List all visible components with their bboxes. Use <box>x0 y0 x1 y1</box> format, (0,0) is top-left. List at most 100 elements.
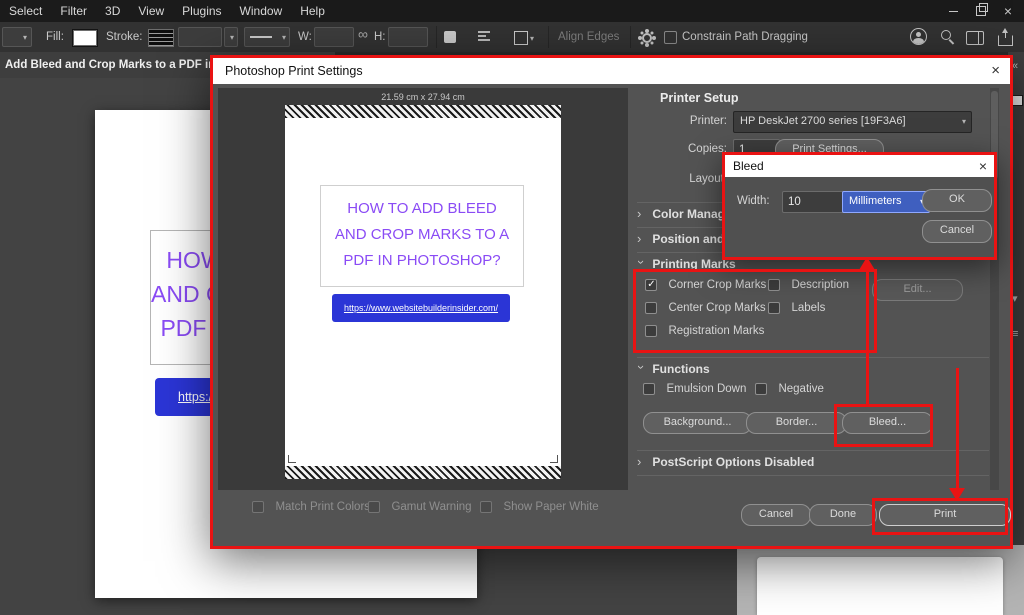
constrain-path-dragging-checkbox[interactable] <box>664 31 677 44</box>
checkbox-center-crop-marks[interactable]: Center Crop Marks <box>645 302 766 316</box>
border-button[interactable]: Border... <box>746 412 847 434</box>
window-controls: × <box>949 0 1024 22</box>
path-alignment-icon[interactable] <box>478 31 490 41</box>
restore-icon[interactable] <box>976 6 986 16</box>
crop-mark-icon <box>550 455 558 463</box>
print-button[interactable]: Print <box>879 504 1011 526</box>
checkbox-label: Negative <box>778 383 823 395</box>
chevron-down-icon: ▾ <box>962 118 966 126</box>
align-edges-label: Align Edges <box>558 31 619 44</box>
preview-page: HOW TO ADD BLEED AND CROP MARKS TO A PDF… <box>285 105 561 479</box>
options-bar: ▾ Fill: Stroke: ▾ ▾ W: ∞ H: ▾ Align Edge… <box>0 22 1024 53</box>
share-icon[interactable] <box>998 35 1013 46</box>
chevron-right-icon: › <box>637 207 649 220</box>
shape-height-input[interactable] <box>388 27 428 47</box>
checkbox-label: Registration Marks <box>668 325 764 337</box>
shape-mode-icon[interactable] <box>444 31 456 43</box>
chevron-down-icon: ▾ <box>23 34 27 42</box>
checkbox-unchecked <box>252 501 264 513</box>
menu-item-view[interactable]: View <box>129 0 173 22</box>
checkbox-description[interactable]: Description <box>768 279 849 293</box>
section-color-management[interactable]: › Color Manag <box>637 207 725 221</box>
background-panel <box>737 545 1024 615</box>
separator <box>436 26 437 48</box>
chevron-down-icon: ▾ <box>230 34 234 42</box>
bleed-units-select[interactable]: Millimeters ▾ <box>842 191 930 213</box>
checkbox-unchecked <box>643 383 655 395</box>
workspace-panels-icon[interactable] <box>966 31 984 45</box>
menu-item-plugins[interactable]: Plugins <box>173 0 230 22</box>
account-icon[interactable] <box>910 28 927 45</box>
path-operations-icon[interactable] <box>514 31 528 45</box>
checkbox-unchecked <box>768 279 780 291</box>
bleed-width-input[interactable] <box>782 191 849 213</box>
tool-preset-picker[interactable]: ▾ <box>2 27 32 47</box>
search-icon[interactable] <box>940 29 955 44</box>
bleed-cancel-button[interactable]: Cancel <box>922 220 992 243</box>
checkbox-show-paper-white[interactable]: Show Paper White <box>480 501 599 515</box>
stroke-width-input[interactable] <box>178 27 222 47</box>
close-icon[interactable]: × <box>991 58 1000 84</box>
section-printing-marks[interactable]: › Printing Marks <box>637 257 736 271</box>
dialog-title: Photoshop Print Settings <box>225 58 363 84</box>
print-settings-dialog: Photoshop Print Settings × 21.59 cm x 27… <box>210 55 1013 549</box>
checkbox-unchecked <box>755 383 767 395</box>
checkbox-registration-marks[interactable]: Registration Marks <box>645 325 764 339</box>
stroke-style-dropdown[interactable]: ▾ <box>244 27 290 47</box>
section-functions[interactable]: › Functions <box>637 362 710 376</box>
preview-heading-line: HOW TO ADD BLEED <box>321 196 523 222</box>
dialog-titlebar[interactable]: Photoshop Print Settings × <box>213 58 1010 84</box>
menu-item-help[interactable]: Help <box>291 0 334 22</box>
checkbox-negative[interactable]: Negative <box>755 383 824 397</box>
separator <box>630 26 631 48</box>
menu-item-3d[interactable]: 3D <box>96 0 129 22</box>
menu-item-filter[interactable]: Filter <box>51 0 96 22</box>
section-label: Color Manag <box>652 207 725 221</box>
height-label: H: <box>374 31 386 44</box>
bleed-hatch-bottom <box>285 466 561 479</box>
checkbox-gamut-warning[interactable]: Gamut Warning <box>368 501 472 515</box>
close-window-icon[interactable]: × <box>1004 0 1012 22</box>
bleed-hatch-top <box>285 105 561 118</box>
printer-select[interactable]: HP DeskJet 2700 series [19F3A6] ▾ <box>733 111 972 133</box>
checkbox-emulsion-down[interactable]: Emulsion Down <box>643 383 746 397</box>
bleed-ok-button[interactable]: OK <box>922 189 992 212</box>
chevron-down-icon: ▾ <box>282 34 286 42</box>
shape-width-input[interactable] <box>314 27 354 47</box>
edit-marks-button[interactable]: Edit... <box>872 279 963 301</box>
checkbox-label: Emulsion Down <box>666 383 746 395</box>
background-button[interactable]: Background... <box>643 412 752 434</box>
fill-label: Fill: <box>46 31 64 44</box>
settings-scrollbar[interactable] <box>990 88 999 490</box>
separator <box>548 26 549 48</box>
stroke-swatch[interactable] <box>148 29 174 47</box>
bleed-button[interactable]: Bleed... <box>842 412 933 434</box>
stroke-width-dropdown[interactable]: ▾ <box>224 27 238 47</box>
checkbox-unchecked <box>368 501 380 513</box>
line-style-icon <box>250 36 272 38</box>
section-postscript[interactable]: › PostScript Options Disabled <box>637 455 814 469</box>
divider <box>637 357 989 358</box>
link-dimensions-icon[interactable]: ∞ <box>358 28 368 41</box>
crop-mark-icon <box>288 455 296 463</box>
checkbox-unchecked <box>480 501 492 513</box>
checkbox-corner-crop-marks[interactable]: ✓ Corner Crop Marks <box>645 279 766 293</box>
section-position-size[interactable]: › Position and <box>637 232 724 246</box>
chevron-right-icon: › <box>637 232 649 245</box>
menu-item-select[interactable]: Select <box>0 0 51 22</box>
printer-select-value: HP DeskJet 2700 series [19F3A6] <box>740 115 906 127</box>
color-swatch-icon[interactable] <box>1012 95 1023 106</box>
cancel-button[interactable]: Cancel <box>741 504 811 526</box>
bleed-dialog-title: Bleed <box>733 155 764 177</box>
checkbox-labels[interactable]: Labels <box>768 302 825 316</box>
fill-swatch[interactable] <box>72 29 98 47</box>
menu-item-window[interactable]: Window <box>231 0 292 22</box>
bleed-dialog-titlebar[interactable]: Bleed × <box>725 155 994 177</box>
minimize-icon[interactable] <box>949 11 958 12</box>
done-button[interactable]: Done <box>809 504 877 526</box>
close-icon[interactable]: × <box>979 155 987 177</box>
bleed-dialog: Bleed × Width: Millimeters ▾ OK Cancel <box>722 152 997 260</box>
checkbox-match-print-colors[interactable]: Match Print Colors <box>252 501 370 515</box>
gear-icon[interactable] <box>642 33 652 43</box>
checkbox-label: Labels <box>791 302 825 314</box>
